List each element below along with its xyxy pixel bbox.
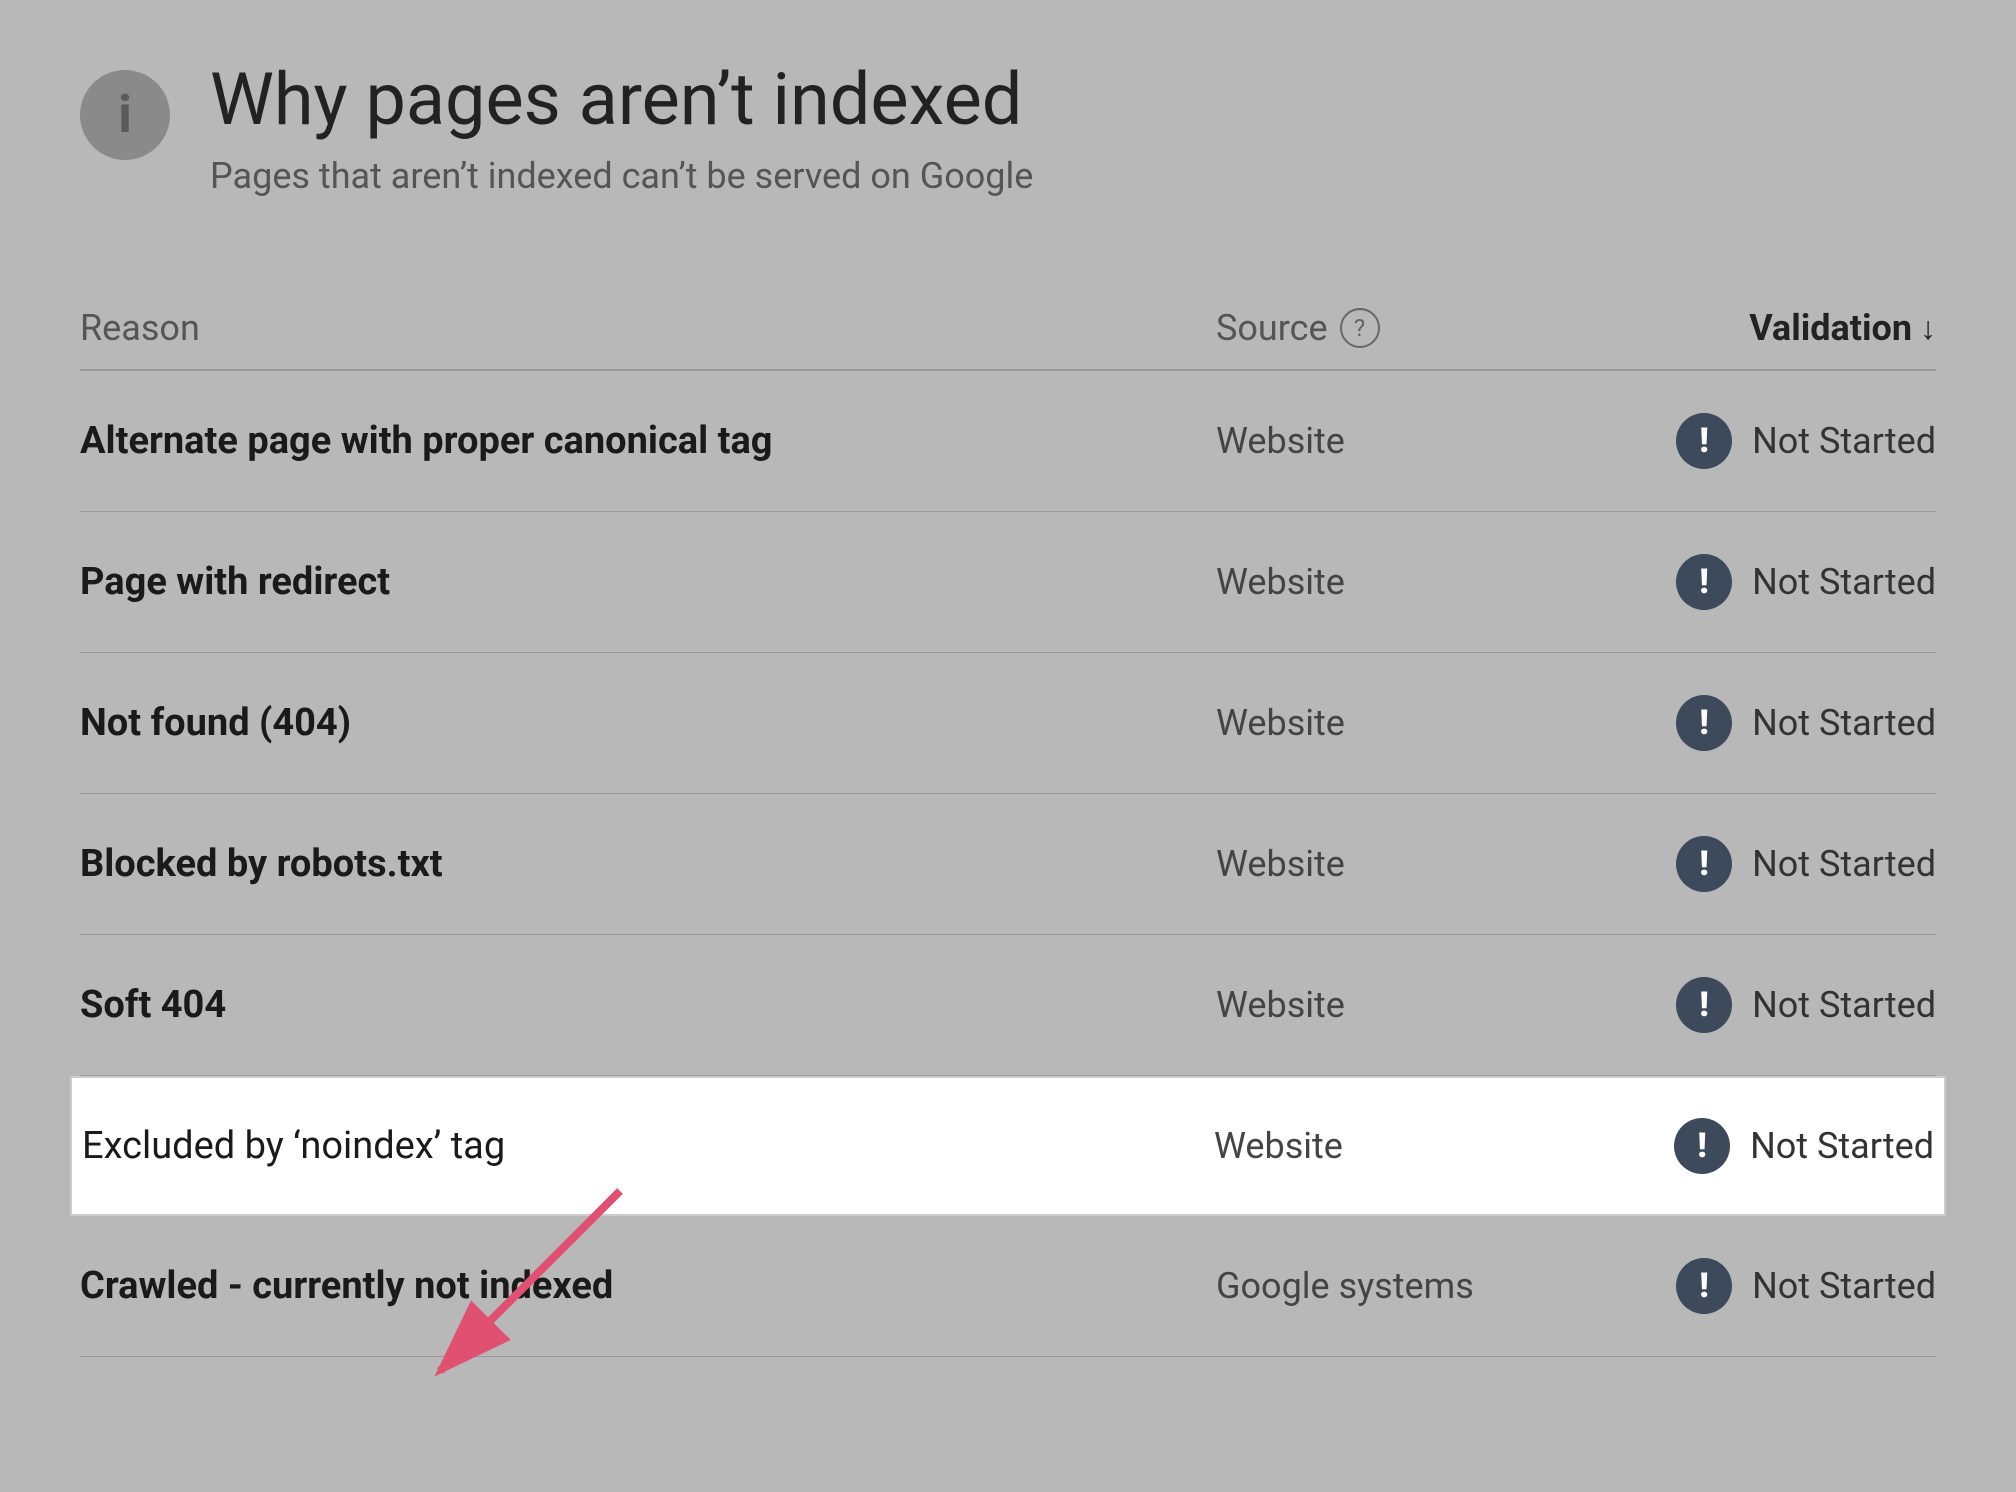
reason-cell: Not found (404)	[80, 701, 1216, 745]
table-row[interactable]: Page with redirect Website ! Not Started	[80, 512, 1936, 653]
status-badge: Not Started	[1752, 420, 1936, 462]
validation-cell: ! Not Started	[1516, 695, 1936, 751]
reason-text: Soft 404	[80, 983, 226, 1027]
reason-cell: Blocked by robots.txt	[80, 842, 1216, 886]
source-text: Website	[1214, 1125, 1343, 1167]
validation-cell: ! Not Started	[1516, 977, 1936, 1033]
reason-cell: Crawled - currently not indexed	[80, 1264, 1216, 1308]
status-icon: !	[1676, 1258, 1732, 1314]
source-cell: Google systems	[1216, 1265, 1516, 1307]
column-header-source: Source ?	[1216, 307, 1516, 349]
status-badge: Not Started	[1752, 1265, 1936, 1307]
reason-text: Blocked by robots.txt	[80, 842, 443, 886]
status-badge: Not Started	[1752, 984, 1936, 1026]
reason-cell: Soft 404	[80, 983, 1216, 1027]
source-cell: Website	[1216, 702, 1516, 744]
reason-text: Page with redirect	[80, 560, 390, 604]
validation-cell: ! Not Started	[1516, 836, 1936, 892]
validation-cell: ! Not Started	[1516, 554, 1936, 610]
status-icon: !	[1676, 554, 1732, 610]
table-header-row: Reason Source ? Validation ↓	[80, 277, 1936, 371]
reason-text: Alternate page with proper canonical tag	[80, 419, 772, 463]
reason-text: Crawled - currently not indexed	[80, 1264, 613, 1308]
source-text: Website	[1216, 843, 1345, 885]
status-badge: Not Started	[1752, 702, 1936, 744]
column-header-validation[interactable]: Validation ↓	[1516, 307, 1936, 349]
sort-arrow-icon: ↓	[1920, 309, 1936, 347]
source-text: Website	[1216, 561, 1345, 603]
source-cell: Website	[1214, 1125, 1514, 1167]
source-cell: Website	[1216, 843, 1516, 885]
reason-cell: Excluded by ‘noindex’ tag	[82, 1124, 1214, 1168]
status-badge: Not Started	[1752, 843, 1936, 885]
info-icon: i	[80, 70, 170, 160]
status-icon: !	[1676, 836, 1732, 892]
source-help-icon[interactable]: ?	[1340, 308, 1380, 348]
column-header-reason: Reason	[80, 307, 1216, 349]
source-cell: Website	[1216, 561, 1516, 603]
table-row[interactable]: Soft 404 Website ! Not Started	[80, 935, 1936, 1076]
reason-text: Not found (404)	[80, 701, 351, 745]
table-container: Reason Source ? Validation ↓ Alternate	[80, 277, 1936, 1357]
page-container: i Why pages aren’t indexed Pages that ar…	[0, 0, 2016, 1492]
source-text: Website	[1216, 420, 1345, 462]
source-text: Website	[1216, 984, 1345, 1026]
source-text: Website	[1216, 702, 1345, 744]
page-title: Why pages aren’t indexed	[210, 60, 1033, 139]
table-row[interactable]: Alternate page with proper canonical tag…	[80, 371, 1936, 512]
header-section: i Why pages aren’t indexed Pages that ar…	[80, 60, 1936, 197]
status-badge: Not Started	[1752, 561, 1936, 603]
reason-cell: Page with redirect	[80, 560, 1216, 604]
header-text: Why pages aren’t indexed Pages that aren…	[210, 60, 1033, 197]
status-icon: !	[1676, 413, 1732, 469]
status-badge: Not Started	[1750, 1125, 1934, 1167]
reason-text: Excluded by ‘noindex’ tag	[82, 1124, 505, 1168]
table-row[interactable]: Blocked by robots.txt Website ! Not Star…	[80, 794, 1936, 935]
status-icon: !	[1676, 695, 1732, 751]
source-cell: Website	[1216, 420, 1516, 462]
source-text: Google systems	[1216, 1265, 1474, 1307]
validation-cell: ! Not Started	[1516, 1258, 1936, 1314]
page-subtitle: Pages that aren’t indexed can’t be serve…	[210, 155, 1033, 197]
source-cell: Website	[1216, 984, 1516, 1026]
validation-cell: ! Not Started	[1514, 1118, 1934, 1174]
table-row[interactable]: Crawled - currently not indexed Google s…	[80, 1216, 1936, 1357]
table-row-highlighted[interactable]: Excluded by ‘noindex’ tag Website ! Not …	[70, 1076, 1946, 1216]
validation-cell: ! Not Started	[1516, 413, 1936, 469]
table-row[interactable]: Not found (404) Website ! Not Started	[80, 653, 1936, 794]
reason-cell: Alternate page with proper canonical tag	[80, 419, 1216, 463]
status-icon: !	[1676, 977, 1732, 1033]
status-icon: !	[1674, 1118, 1730, 1174]
